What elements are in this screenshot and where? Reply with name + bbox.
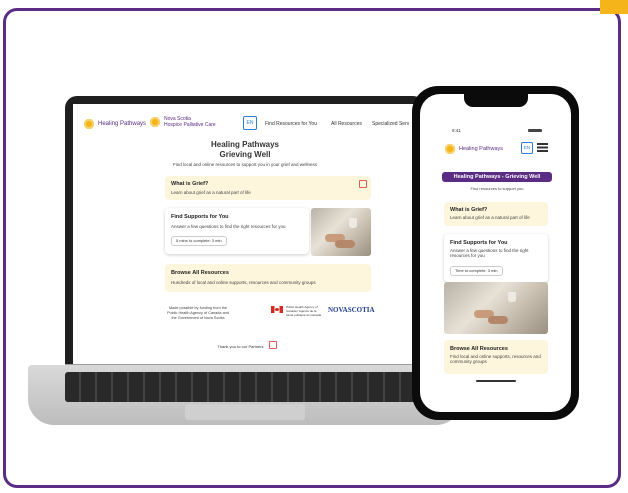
page-title: Healing Pathways Grieving Well: [73, 140, 417, 160]
hamburger-menu-icon[interactable]: [537, 143, 548, 152]
phone-screen: 9:41 Healing Pathways EN Healing Pathway…: [420, 94, 571, 412]
page-title-line1: Healing Pathways: [210, 140, 280, 149]
partners-link[interactable]: Thank you to our Partners: [73, 340, 417, 349]
card-browse-resources[interactable]: Browse All Resources Hundreds of local a…: [165, 264, 371, 292]
time-badge: 5 mins to complete: 3 min: [171, 236, 227, 246]
language-button[interactable]: EN: [243, 116, 257, 130]
phone-subtitle: Find resources to support you: [470, 186, 524, 191]
site-logo-text: Healing Pathways: [98, 121, 147, 127]
phone-language-button[interactable]: EN: [521, 142, 533, 154]
nav-link-find-resources[interactable]: Find Resources for You: [265, 121, 317, 127]
card-heading: Find Supports for You: [450, 240, 508, 246]
partner-logo-line2: Hospice Palliative Care: [164, 122, 216, 128]
phone-card-browse-resources[interactable]: Browse All Resources Find local and onli…: [444, 340, 548, 374]
phone-card-what-is-grief[interactable]: What is Grief? Learn about grief as a na…: [444, 202, 548, 226]
card-text: Find local and online supports, resource…: [450, 354, 541, 364]
nav-link-specialized[interactable]: Specialized Serv: [372, 121, 409, 127]
card-what-is-grief[interactable]: What is Grief? Learn about grief as a na…: [165, 176, 371, 200]
laptop-navbar: Healing Pathways Nova Scotia Hospice Pal…: [73, 104, 417, 144]
card-text: Learn about grief as a natural part of l…: [171, 190, 251, 195]
laptop-touchpad: [185, 404, 305, 420]
partner-logo[interactable]: Nova Scotia Hospice Palliative Care: [149, 116, 216, 128]
phone-notch: [464, 94, 528, 107]
card-heading: What is Grief?: [450, 207, 488, 213]
card-text: Answer a few questions to find the right…: [450, 248, 529, 258]
photo-holding-hands: [311, 208, 371, 256]
card-heading: What is Grief?: [171, 181, 209, 187]
time-badge: Time to complete: 3 min: [450, 266, 503, 276]
card-text: Answer a few questions to find the right…: [171, 224, 286, 229]
phone-card-find-supports[interactable]: Find Supports for You Answer a few quest…: [444, 234, 548, 282]
partner-sun-icon: [149, 116, 161, 128]
sun-logo-icon: [444, 143, 456, 155]
phone-title-banner: Healing Pathways - Grieving Well: [442, 172, 552, 182]
card-find-supports[interactable]: Find Supports for You Answer a few quest…: [165, 208, 309, 254]
status-time: 9:41: [452, 128, 461, 133]
corner-accent: [600, 0, 628, 14]
nova-scotia-logo: NOVASCOTIA: [328, 306, 375, 314]
nav-link-all-resources[interactable]: All Resources: [331, 121, 362, 127]
page-title-line2: Grieving Well: [219, 150, 271, 159]
canada-flag-icon: [271, 306, 283, 313]
page-subtitle: Find local and online resources to suppo…: [172, 162, 318, 167]
sun-logo-icon: [83, 118, 95, 130]
external-link-icon: [359, 180, 367, 188]
phone-logo-text: Healing Pathways: [459, 146, 504, 152]
phone-site-logo[interactable]: Healing Pathways: [444, 143, 503, 155]
phone-photo-holding-hands: [444, 282, 548, 334]
site-logo[interactable]: Healing Pathways: [83, 118, 146, 130]
card-text: Learn about grief as a natural part of l…: [450, 215, 530, 220]
external-link-icon: [268, 341, 277, 349]
phac-logo-text: Public Health Agency of Canada / Agence …: [286, 305, 322, 317]
card-heading: Find Supports for You: [171, 214, 229, 220]
card-heading: Browse All Resources: [171, 270, 229, 276]
funding-statement: Made possible by funding from the Public…: [167, 306, 229, 320]
partners-link-text: Thank you to our Partners: [217, 344, 264, 349]
laptop-screen: Healing Pathways Nova Scotia Hospice Pal…: [73, 104, 417, 364]
signal-battery-icon: [528, 129, 542, 132]
card-text: Hundreds of local and online supports, r…: [171, 280, 316, 285]
home-indicator: [476, 380, 516, 382]
card-heading: Browse All Resources: [450, 346, 508, 352]
laptop-keyboard: [65, 372, 425, 402]
